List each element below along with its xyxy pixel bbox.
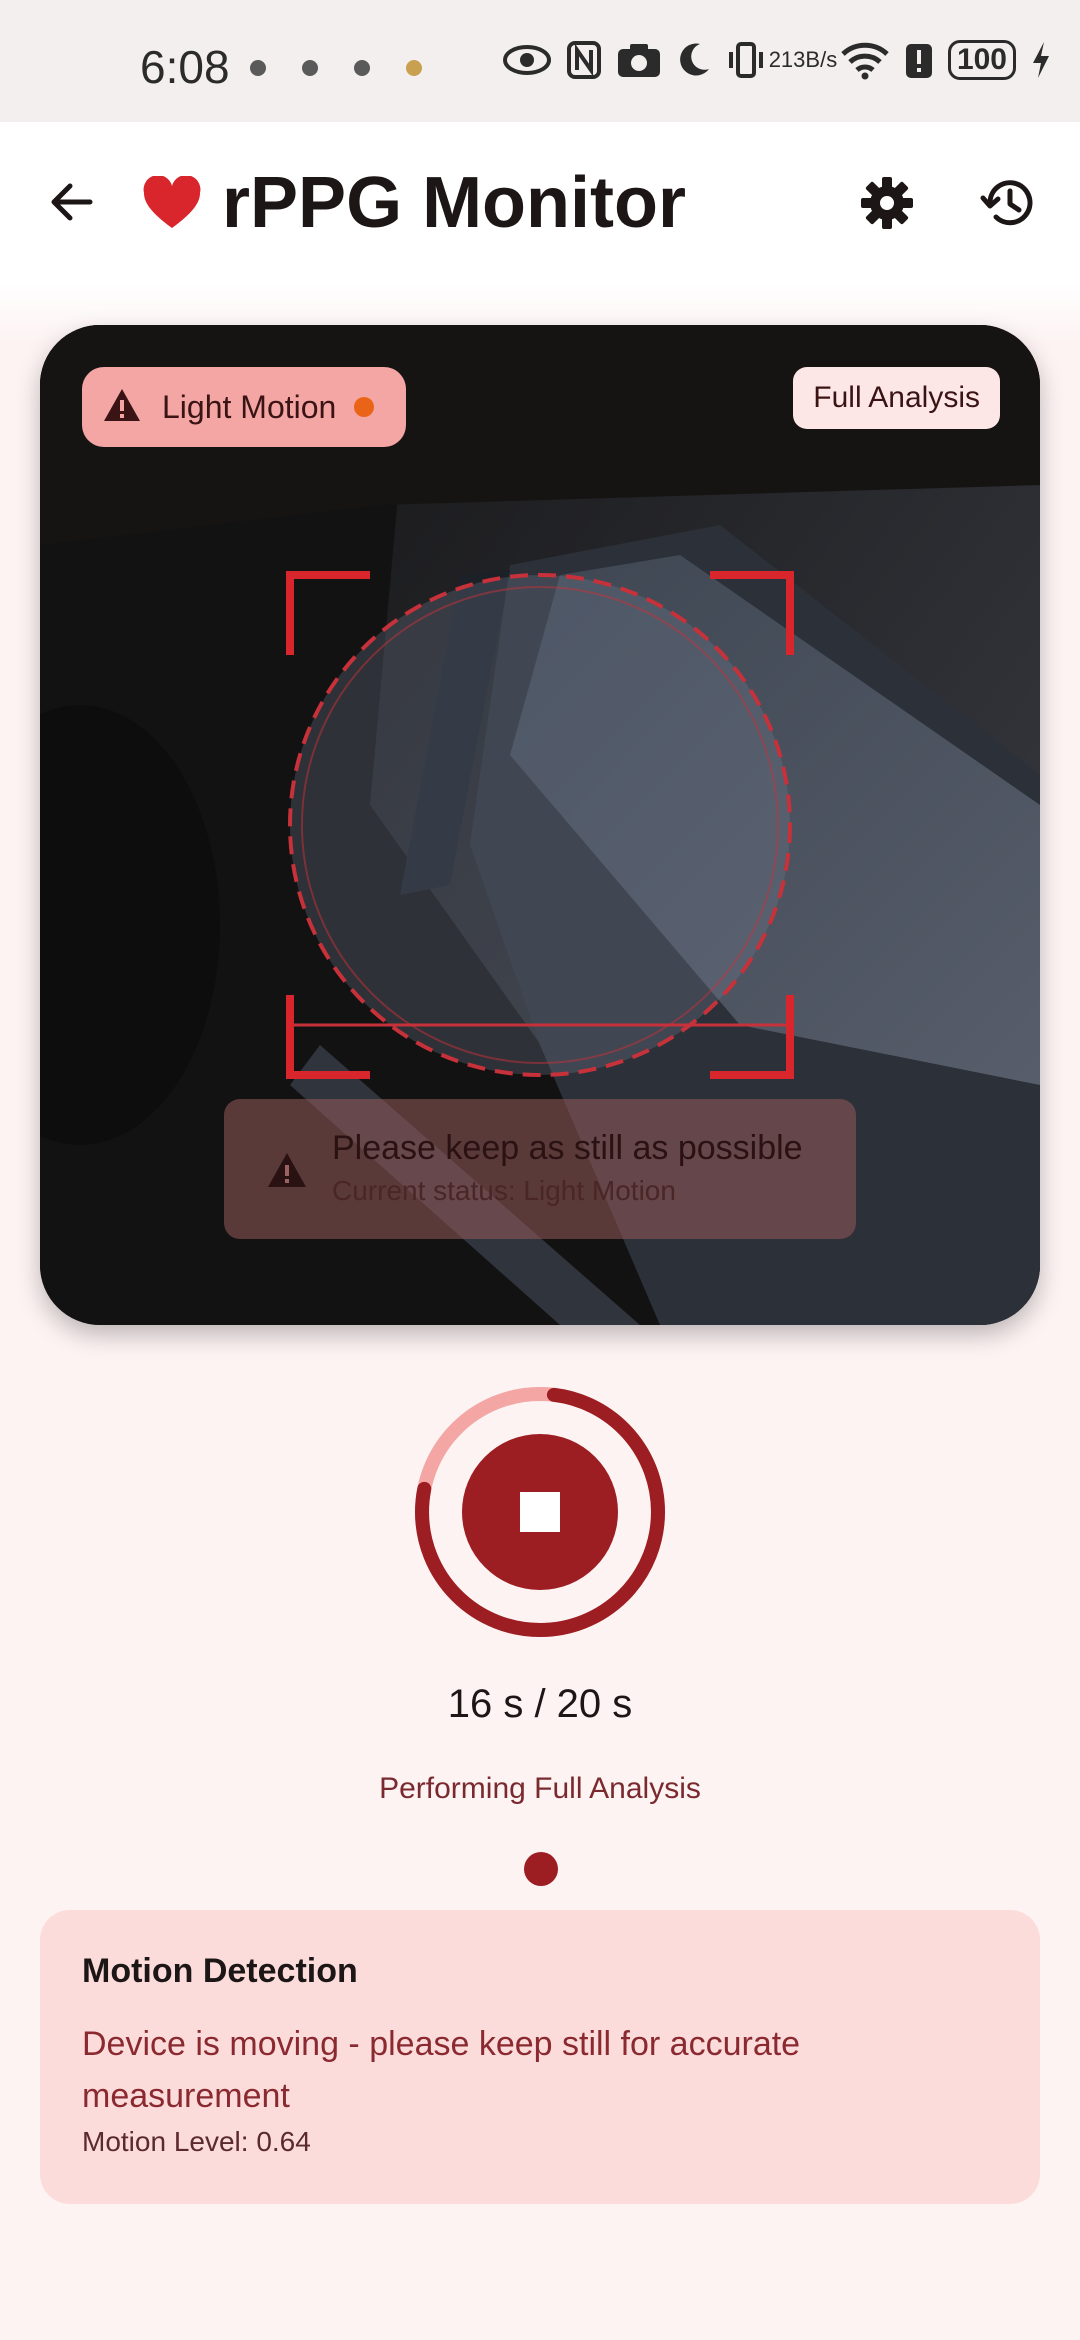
warning-icon <box>268 1153 306 1187</box>
keep-still-status: Current status: Light Motion <box>332 1175 676 1206</box>
eye-icon <box>502 42 552 78</box>
keep-still-title: Please keep as still as possible <box>332 1129 803 1167</box>
status-time: 6:08 <box>140 41 230 93</box>
motion-detection-heading: Motion Detection <box>82 1952 358 1990</box>
battery-indicator: 100 <box>947 40 1016 80</box>
wifi-icon <box>840 40 890 80</box>
net-speed-value: 213 <box>768 47 806 72</box>
motion-detection-message: Device is moving - please keep still for… <box>82 2025 801 2115</box>
notification-icon <box>250 60 266 76</box>
analysis-phase: Performing Full Analysis <box>379 1772 701 1805</box>
motion-detection-card: Motion Detection Device is moving - plea… <box>40 1910 1040 2204</box>
back-button[interactable] <box>44 174 100 230</box>
page-title: rPPG Monitor <box>222 163 686 243</box>
settings-button[interactable] <box>858 174 916 232</box>
system-icons: 213 B/s 100 <box>502 40 1052 80</box>
network-speed: 213 B/s <box>769 49 838 71</box>
alert-icon <box>904 40 934 80</box>
face-circle-outline <box>288 573 792 1077</box>
elapsed-timer: 16 s / 20 s <box>447 1682 633 1726</box>
vibrate-icon <box>726 40 766 80</box>
stop-icon <box>520 1492 560 1532</box>
notification-icon <box>302 60 318 76</box>
keep-still-banner: Please keep as still as possible Current… <box>224 1099 856 1239</box>
arrow-back-icon <box>51 183 93 221</box>
nfc-icon <box>566 40 602 80</box>
recording-indicator-dot <box>524 1852 558 1886</box>
moon-icon <box>676 41 712 79</box>
camera-icon <box>616 41 662 79</box>
notification-icon <box>406 60 422 76</box>
history-button[interactable] <box>980 174 1038 232</box>
history-icon <box>980 180 1033 226</box>
stop-recording-button[interactable] <box>410 1382 670 1642</box>
notification-icon <box>354 60 370 76</box>
charging-icon <box>1030 40 1052 80</box>
notification-icons <box>250 60 422 76</box>
heart-icon <box>142 175 202 232</box>
gear-icon <box>861 177 913 229</box>
app-bar: rPPG Monitor <box>0 122 1080 282</box>
net-speed-unit: B/s <box>805 47 838 72</box>
camera-preview: Light Motion Full Analysis Please keep a… <box>40 325 1040 1325</box>
status-bar: 6:08 213 B/s 100 <box>0 0 1080 122</box>
motion-level: Motion Level: 0.64 <box>82 2126 311 2157</box>
